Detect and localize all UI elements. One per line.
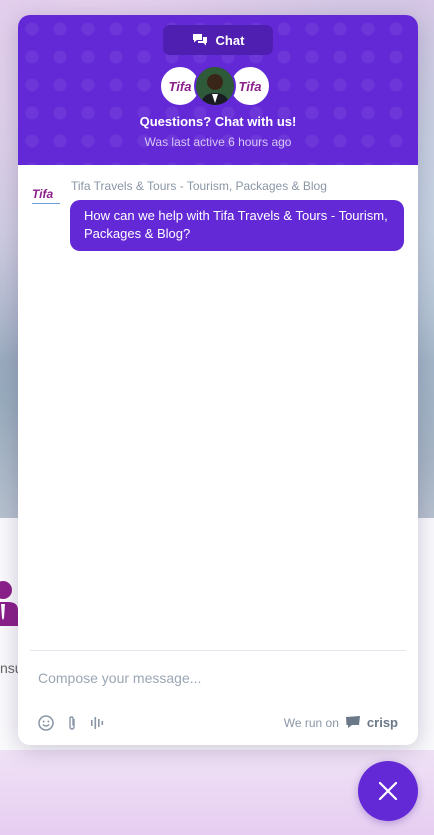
attachment-icon[interactable] bbox=[64, 715, 80, 731]
chat-header: Chat Tifa Tifa Questions? Chat with us! … bbox=[18, 15, 418, 165]
message-bubble: How can we help with Tifa Travels & Tour… bbox=[70, 200, 404, 251]
person-icon bbox=[0, 581, 18, 626]
sender-logo: Tifa bbox=[32, 187, 60, 204]
close-chat-button[interactable] bbox=[358, 761, 418, 821]
header-title: Questions? Chat with us! bbox=[139, 114, 297, 129]
chat-bubbles-icon bbox=[192, 34, 207, 46]
operator-avatars: Tifa Tifa bbox=[18, 65, 418, 107]
composer-divider bbox=[30, 650, 406, 651]
tab-chat[interactable]: Chat bbox=[163, 25, 273, 55]
emoji-icon[interactable] bbox=[38, 715, 54, 731]
avatar-logo-text: Tifa bbox=[238, 78, 262, 94]
person-photo-icon bbox=[196, 67, 234, 105]
powered-by-prefix: We run on bbox=[283, 715, 339, 730]
audio-icon[interactable] bbox=[90, 715, 106, 731]
avatar-photo bbox=[194, 65, 236, 107]
powered-by[interactable]: We run on crisp bbox=[284, 715, 398, 730]
chat-widget: Chat Tifa Tifa Questions? Chat with us! … bbox=[18, 15, 418, 745]
powered-by-brand: crisp bbox=[366, 715, 398, 730]
crisp-logo-icon bbox=[345, 716, 360, 728]
last-active-status: Was last active 6 hours ago bbox=[144, 135, 292, 149]
message-sender: Tifa Travels & Tours - Tourism, Packages… bbox=[71, 179, 327, 193]
compose-message-input[interactable] bbox=[38, 667, 398, 689]
tab-chat-label: Chat bbox=[215, 32, 245, 48]
close-icon bbox=[378, 781, 398, 801]
avatar-logo-text: Tifa bbox=[168, 78, 192, 94]
